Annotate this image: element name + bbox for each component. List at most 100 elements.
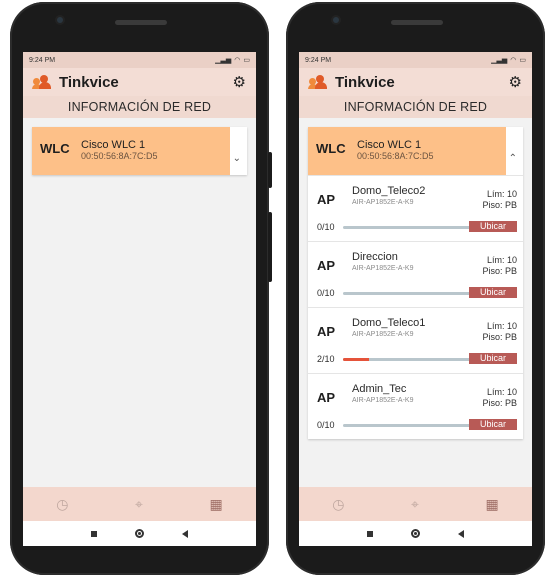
phone-left: 9:24 PM ▁▃▅ ◠ ▭ Tinkvice ⚙ INFORMACIÓN D…: [10, 2, 272, 575]
ap-name: Domo_Teleco1: [352, 317, 426, 329]
wlc-name: Cisco WLC 1: [81, 139, 146, 151]
ap-floor: Piso: PB: [482, 200, 517, 210]
ap-floor: Piso: PB: [482, 266, 517, 276]
ap-model: AIR-AP1852E-A-K9: [352, 397, 414, 404]
ap-limit: Lím: 10: [486, 255, 517, 265]
home-icon[interactable]: [411, 529, 420, 538]
wlc-mac: 00:50:56:8A:7C:D5: [81, 151, 158, 161]
status-bar: 9:24 PM ▁▃▅ ◠ ▭: [23, 52, 256, 68]
ap-floor: Piso: PB: [482, 398, 517, 408]
ap-limit: Lím: 10: [486, 189, 517, 199]
ubicar-button[interactable]: Ubicar: [469, 353, 517, 364]
back-icon[interactable]: [458, 529, 464, 538]
status-bar: 9:24 PM ▁▃▅ ◠ ▭: [299, 52, 532, 68]
app-bar: Tinkvice ⚙: [299, 68, 532, 96]
status-time: 9:24 PM: [305, 56, 332, 64]
ap-progress-bar: [343, 424, 471, 427]
bottom-nav: ◷ ⌖ ▦: [23, 487, 256, 521]
ubicar-button[interactable]: Ubicar: [469, 419, 517, 430]
ap-limit: Lím: 10: [486, 321, 517, 331]
wlc-mac: 00:50:56:8A:7C:D5: [357, 151, 434, 161]
wlc-header[interactable]: WLC Cisco WLC 1 00:50:56:8A:7C:D5 ⌃: [308, 127, 523, 175]
front-camera: [57, 17, 63, 23]
gear-icon[interactable]: ⚙: [509, 75, 522, 90]
ap-count: 0/10: [317, 420, 335, 430]
system-nav-bar: [299, 521, 532, 546]
wifi-icon: ◠: [234, 57, 241, 64]
power-button: [268, 152, 272, 188]
bottom-nav: ◷ ⌖ ▦: [299, 487, 532, 521]
wlc-name: Cisco WLC 1: [357, 139, 422, 151]
recents-icon[interactable]: [367, 530, 373, 537]
crosshair-icon[interactable]: ⌖: [411, 497, 419, 511]
crosshair-icon[interactable]: ⌖: [135, 497, 143, 511]
users-logo-icon: [308, 75, 331, 89]
battery-icon: ▭: [519, 57, 526, 64]
ap-item[interactable]: AP Admin_Tec AIR-AP1852E-A-K9 Lím: 10 Piso: …: [308, 373, 523, 439]
front-camera: [333, 17, 339, 23]
ap-count: 2/10: [317, 354, 335, 364]
wlc-header[interactable]: WLC Cisco WLC 1 00:50:56:8A:7C:D5 ⌄: [32, 127, 247, 175]
wlc-card[interactable]: WLC Cisco WLC 1 00:50:56:8A:7C:D5 ⌄: [32, 127, 247, 175]
ap-progress-bar: [343, 226, 471, 229]
brand: Tinkvice: [32, 73, 119, 91]
gear-icon[interactable]: ⚙: [233, 75, 246, 90]
earpiece-speaker: [115, 20, 167, 25]
wlc-type-label: WLC: [40, 141, 70, 156]
ap-item[interactable]: AP Domo_Teleco2 AIR-AP1852E-A-K9 Lím: 10 Pis…: [308, 175, 523, 241]
section-title: INFORMACIÓN DE RED: [299, 96, 532, 118]
status-icons: ▁▃▅ ◠ ▭: [215, 56, 250, 64]
home-icon[interactable]: [135, 529, 144, 538]
wifi-icon: ◠: [510, 57, 517, 64]
status-time: 9:24 PM: [29, 56, 56, 64]
history-icon[interactable]: ◷: [332, 497, 344, 511]
status-icons: ▁▃▅ ◠ ▭: [491, 56, 526, 64]
screen: 9:24 PM ▁▃▅ ◠ ▭ Tinkvice ⚙ INFORMACIÓN D…: [23, 52, 256, 546]
section-title: INFORMACIÓN DE RED: [23, 96, 256, 118]
chevron-down-icon[interactable]: ⌄: [233, 153, 241, 164]
ap-progress-bar: [343, 292, 471, 295]
app-title: Tinkvice: [335, 73, 395, 91]
earpiece-speaker: [391, 20, 443, 25]
back-icon[interactable]: [182, 529, 188, 538]
ap-type-label: AP: [317, 258, 336, 273]
ap-name: Direccion: [352, 251, 398, 263]
ap-model: AIR-AP1852E-A-K9: [352, 265, 414, 272]
screen: 9:24 PM ▁▃▅ ◠ ▭ Tinkvice ⚙ INFORMACIÓN D…: [299, 52, 532, 546]
wlc-type-label: WLC: [316, 141, 346, 156]
ap-floor: Piso: PB: [482, 332, 517, 342]
brand: Tinkvice: [308, 73, 395, 91]
history-icon[interactable]: ◷: [56, 497, 68, 511]
battery-icon: ▭: [243, 57, 250, 64]
system-nav-bar: [23, 521, 256, 546]
ap-type-label: AP: [317, 324, 336, 339]
ap-count: 0/10: [317, 288, 335, 298]
phone-right: 9:24 PM ▁▃▅ ◠ ▭ Tinkvice ⚙ INFORMACIÓN D…: [286, 2, 545, 575]
building-icon[interactable]: ▦: [485, 497, 498, 511]
ap-count: 0/10: [317, 222, 335, 232]
ap-progress-fill: [343, 358, 369, 361]
ap-item[interactable]: AP Direccion AIR-AP1852E-A-K9 Lím: 10 Piso: …: [308, 241, 523, 307]
ap-name: Admin_Tec: [352, 383, 407, 395]
ubicar-button[interactable]: Ubicar: [469, 287, 517, 298]
signal-icon: ▁▃▅: [491, 57, 508, 64]
building-icon[interactable]: ▦: [209, 497, 222, 511]
ap-model: AIR-AP1852E-A-K9: [352, 331, 414, 338]
recents-icon[interactable]: [91, 530, 97, 537]
ap-model: AIR-AP1852E-A-K9: [352, 199, 414, 206]
ap-item[interactable]: AP Domo_Teleco1 AIR-AP1852E-A-K9 Lím: 10 Pis…: [308, 307, 523, 373]
chevron-up-icon[interactable]: ⌃: [509, 153, 517, 164]
signal-icon: ▁▃▅: [215, 57, 232, 64]
ap-type-label: AP: [317, 192, 336, 207]
ap-name: Domo_Teleco2: [352, 185, 426, 197]
ap-type-label: AP: [317, 390, 336, 405]
ubicar-button[interactable]: Ubicar: [469, 221, 517, 232]
wlc-card[interactable]: WLC Cisco WLC 1 00:50:56:8A:7C:D5 ⌃ AP Do…: [308, 127, 523, 439]
users-logo-icon: [32, 75, 55, 89]
app-title: Tinkvice: [59, 73, 119, 91]
volume-button: [268, 212, 272, 282]
ap-limit: Lím: 10: [486, 387, 517, 397]
ap-list: AP Domo_Teleco2 AIR-AP1852E-A-K9 Lím: 10 Pis…: [308, 175, 523, 439]
ap-progress-bar: [343, 358, 471, 361]
app-bar: Tinkvice ⚙: [23, 68, 256, 96]
